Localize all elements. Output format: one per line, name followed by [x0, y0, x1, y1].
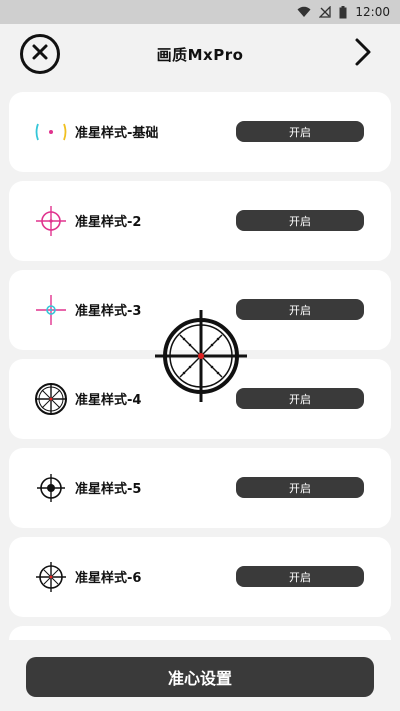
page-title: 画质MxPro [156, 46, 244, 64]
wifi-icon [297, 6, 311, 18]
crosshair-circle-x-icon [33, 381, 69, 417]
list-item: 准星样式-5 开启 [9, 448, 391, 528]
crosshair-scope-dot-icon [33, 470, 69, 506]
enable-button[interactable]: 开启 [236, 566, 364, 587]
list-item: 准星样式-基础 开启 [9, 92, 391, 172]
crosshair-preview-icon[interactable] [155, 310, 247, 402]
crosshair-pink-cyan-icon [33, 292, 69, 328]
item-label: 准星样式-2 [75, 215, 142, 230]
crosshair-scope-x-icon [33, 559, 69, 595]
list-item: 准星样式-6 开启 [9, 537, 391, 617]
item-label: 准星样式-4 [75, 393, 142, 408]
next-button[interactable] [352, 38, 374, 70]
enable-button[interactable]: 开启 [236, 210, 364, 231]
list-item: 准星样式-2 开启 [9, 181, 391, 261]
crosshair-settings-button[interactable]: 准心设置 [26, 657, 374, 697]
crosshair-pink-icon [33, 203, 69, 239]
crosshair-basic-icon [33, 114, 69, 150]
item-label: 准星样式-5 [75, 482, 142, 497]
item-label: 准星样式-基础 [75, 126, 159, 141]
enable-button[interactable]: 开启 [236, 299, 364, 320]
battery-icon [339, 5, 347, 19]
enable-button[interactable]: 开启 [236, 388, 364, 409]
status-bar: 12:00 [0, 0, 400, 24]
enable-button[interactable]: 开启 [236, 477, 364, 498]
enable-button[interactable]: 开启 [236, 121, 364, 142]
item-label: 准星样式-6 [75, 571, 142, 586]
item-label: 准星样式-3 [75, 304, 142, 319]
status-time: 12:00 [355, 5, 390, 19]
app-header: 画质MxPro [0, 24, 400, 86]
chevron-right-icon [353, 37, 373, 71]
signal-icon [319, 6, 332, 18]
